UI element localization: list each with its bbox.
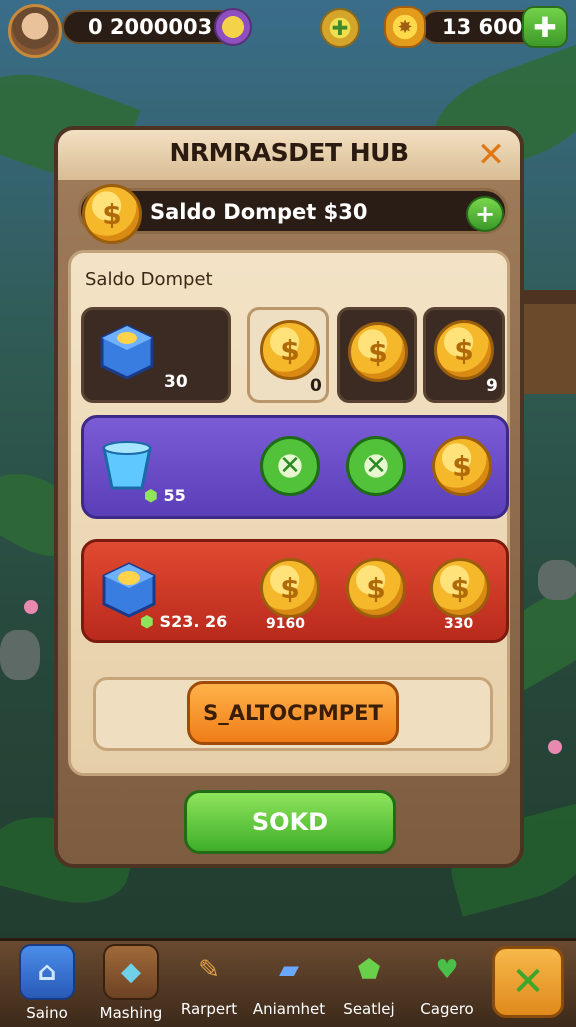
coin-icon: $ — [346, 558, 406, 618]
scroll-icon: ✎ — [198, 955, 220, 985]
heart-icon: ♥ — [435, 955, 459, 985]
inner-title: Saldo Dompet — [85, 269, 213, 290]
nav-label: Cagero — [420, 1000, 474, 1018]
wallet-inner-panel: Saldo Dompet 30 $ 0 $ $ 9 ⬢ 55 ✕ ✕ $ ⬢ S… — [68, 250, 510, 776]
coin-icon: $ — [432, 436, 492, 496]
rock — [538, 560, 576, 600]
currency-left-value: 0 2000003 — [88, 15, 213, 39]
coin-amount-label: 9160 — [266, 616, 305, 632]
close-menu-icon[interactable]: ✕ — [492, 946, 564, 1018]
nav-label: Rarpert — [180, 1000, 238, 1018]
close-button[interactable]: ✕ — [472, 135, 510, 175]
blue-cube-icon — [100, 324, 154, 380]
coin-tile[interactable]: $ 9 — [423, 307, 505, 403]
nav-item-saino[interactable]: ⌂ Saino — [6, 944, 88, 1022]
coin-amount-label: 330 — [444, 616, 474, 632]
home-icon: ⌂ — [19, 944, 75, 1000]
hub-panel: NRMRASDET HUB ✕ $ Saldo Dompet $30 + Sal… — [54, 126, 524, 868]
nav-item-cagero[interactable]: ♥ Cagero — [406, 944, 488, 1022]
coin-tile-label: 0 — [310, 376, 322, 396]
clover-token-icon: ✕ — [260, 436, 320, 496]
reward-row-purple[interactable]: ⬢ 55 ✕ ✕ $ — [81, 415, 509, 519]
shield-icon: ⬟ — [357, 955, 381, 985]
add-currency-button[interactable]: ✚ — [522, 6, 568, 48]
nav-label: Seatlej — [343, 1000, 395, 1018]
flower — [24, 600, 38, 614]
wallet-balance-label: Saldo Dompet $30 — [150, 200, 368, 224]
coin-icon: $ — [348, 322, 408, 382]
top-bar: 0 2000003 ✚ 13 600 ✸ ✚ — [0, 0, 576, 58]
top-up-wallet-button[interactable]: S_ALTOCPMPET — [187, 681, 399, 745]
coin-icon: $ — [434, 320, 494, 380]
coin-icon: $ — [82, 184, 142, 244]
coin-icon: $ — [260, 558, 320, 618]
coin-tile[interactable]: $ — [337, 307, 417, 403]
confirm-button[interactable]: SOKD — [184, 790, 396, 854]
clover-icon[interactable]: ✚ — [320, 8, 360, 48]
map-icon: ◆ — [103, 944, 159, 1000]
coin-icon: $ — [430, 558, 490, 618]
row-value: S23. 26 — [159, 612, 228, 631]
row-label: ⬢ 55 — [144, 486, 186, 505]
nav-label: Saino — [26, 1004, 68, 1022]
panel-header: NRMRASDET HUB ✕ — [58, 130, 520, 180]
card-icon: ▰ — [279, 955, 299, 985]
currency-right-value: 13 600 — [442, 15, 523, 39]
flower — [548, 740, 562, 754]
sun-badge-icon[interactable]: ✸ — [384, 6, 426, 48]
coin-tile-label: 9 — [486, 376, 498, 396]
nav-label: Mashing — [99, 1004, 163, 1022]
wallet-add-button[interactable]: + — [466, 196, 504, 232]
row-label: ⬢ S23. 26 — [140, 612, 228, 631]
clover-token-icon: ✕ — [346, 436, 406, 496]
nav-label: Aniamhet — [252, 1000, 326, 1018]
rock — [0, 630, 40, 680]
hut — [516, 290, 576, 394]
blue-cube-icon — [102, 562, 156, 618]
coin-icon: $ — [260, 320, 320, 380]
player-avatar[interactable] — [8, 4, 62, 58]
nav-item-seatlej[interactable]: ⬟ Seatlej — [328, 944, 410, 1022]
panel-title: NRMRASDET HUB — [169, 138, 409, 167]
nav-item-aniamhet[interactable]: ▰ Aniamhet — [248, 944, 330, 1022]
coin-tile[interactable]: $ 0 — [247, 307, 329, 403]
row-value: 55 — [163, 486, 186, 505]
cube-tile[interactable]: 30 — [81, 307, 231, 403]
nav-item-mashing[interactable]: ◆ Mashing — [90, 944, 172, 1022]
gem-icon[interactable] — [214, 8, 252, 46]
reward-row-red[interactable]: ⬢ S23. 26 $ 9160 $ $ 330 — [81, 539, 509, 643]
cube-tile-label: 30 — [164, 372, 188, 392]
nav-item-rarpert[interactable]: ✎ Rarpert — [168, 944, 250, 1022]
